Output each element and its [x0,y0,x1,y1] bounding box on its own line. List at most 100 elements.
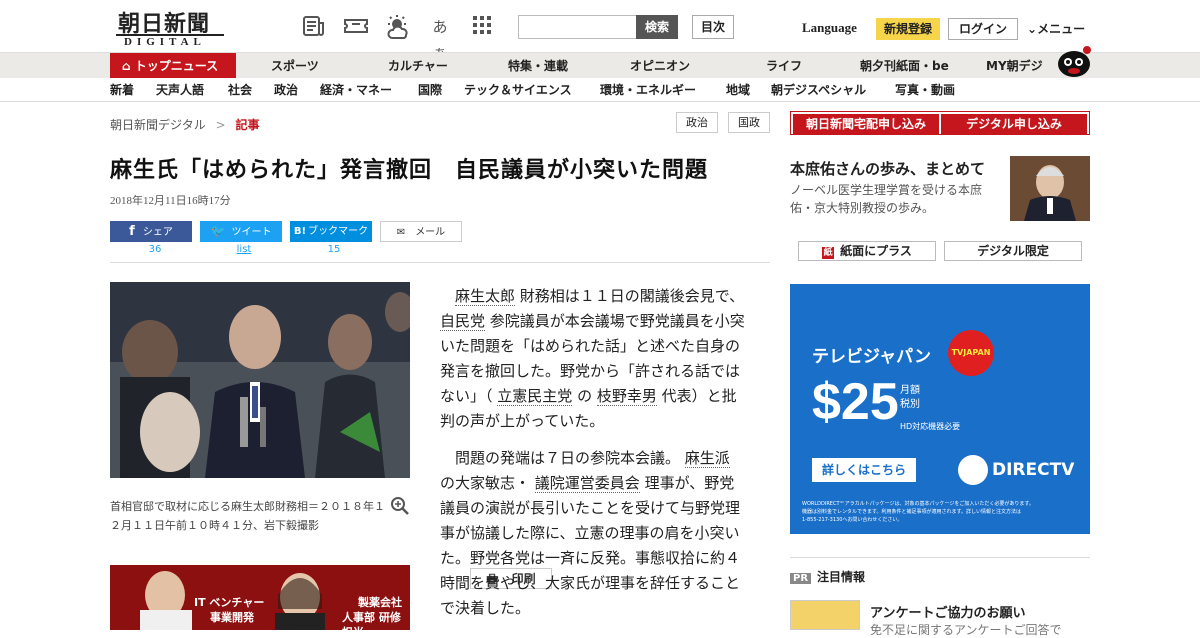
ad-cta-button[interactable]: 詳しくはこちら [812,458,916,482]
p1-text-1: 財務相は１１日の閣議後会見で、 [515,287,745,305]
mail-button[interactable]: ✉ メール [380,221,462,242]
hatena-icon: B! [293,226,307,237]
language-link[interactable]: Language [802,20,857,36]
pr-title[interactable]: アンケートご協力のお願い [870,602,1025,621]
directv-logo: DIRECTV [992,460,1075,480]
feature-image[interactable] [1010,156,1090,221]
feature-text: ノーベル医学生理学賞を受ける本庶佑・京大特別教授の歩み。 [790,183,983,215]
grid-apps-icon[interactable] [468,14,496,40]
search-input[interactable] [518,15,636,39]
digital-subscribe-button[interactable]: デジタル申し込み [941,114,1087,134]
subnav-environment[interactable]: 環境・エネルギー [600,78,696,102]
job-ad-text-2: 製薬会社人事部 研修担当 [342,595,410,630]
nav-newspaper[interactable]: 朝夕刊紙面・be [860,53,949,79]
p1-text-3: の [572,387,597,405]
breadcrumb-current: 記事 [235,118,260,132]
tweet-count-link[interactable]: list [200,244,288,255]
job-ad-line-2a: 製薬会社 [358,596,402,609]
asahi-logo[interactable]: 朝日新聞 DIGITAL [112,6,230,48]
link-steering-committee[interactable]: 議院運営委員会 [534,474,640,493]
paper-plus-button[interactable]: 紙紙面にプラス [798,241,936,261]
ad-price-note-2: 税別 [900,399,920,410]
hatena-bookmark-button[interactable]: B! ブックマーク [290,221,372,242]
facebook-share-label: シェア [142,227,173,238]
breadcrumb-home[interactable]: 朝日新聞デジタル [110,118,206,132]
link-ldp[interactable]: 自民党 [440,312,486,331]
p2-text-3: 理事が、野党議員の演説が長引いたことを受けて与野党理事が協議した際に、立憲の理事… [440,474,741,617]
subnav-international[interactable]: 国際 [418,78,442,102]
subnav-latest[interactable]: 新着 [110,78,134,102]
login-button[interactable]: ログイン [948,18,1018,40]
nav-top-news-label: トップニュース [134,59,219,73]
breadcrumb: 朝日新聞デジタル > 記事 [110,116,260,133]
nav-features[interactable]: 特集・連載 [508,53,568,79]
register-button[interactable]: 新規登録 [876,18,940,40]
main-nav: ⌂ トップニュース スポーツ カルチャー 特集・連載 オピニオン ライフ 朝夕刊… [0,52,1200,79]
directv-ad[interactable]: テレビジャパン TVJAPAN $25 月額 税別 HD対応機器必要 詳しくはこち… [790,284,1090,534]
zoom-icon[interactable] [390,496,410,516]
facebook-share-button[interactable]: f シェア [110,221,192,242]
article-title: 麻生氏「はめられた」発言撤回 自民議員が小突いた問題 [110,158,709,183]
pr-thumbnail[interactable] [790,600,860,630]
tag-national[interactable]: 国政 [728,112,770,133]
subnav-photo[interactable]: 写真・動画 [895,78,955,102]
subnav-tech[interactable]: テック＆サイエンス [464,78,572,102]
search-button[interactable]: 検索 [636,15,678,39]
tag-politics[interactable]: 政治 [676,112,718,133]
ad-price-note-1: 月額 [900,385,920,396]
twitter-icon: 🐦 [210,224,226,238]
feature-title[interactable]: 本庶佑さんの歩み、まとめて [790,158,985,179]
subnav-society[interactable]: 社会 [228,78,252,102]
ad-fine-print: WORLDDIRECT℠アラカルトパッケージは、対象の基本パッケージをご加入いた… [802,500,1082,524]
toc-button[interactable]: 目次 [692,15,734,39]
p2-text-2: の大家敏志・ [440,474,535,492]
font-size-icon[interactable]: あぁ [426,14,454,62]
menu-button[interactable]: ⌄メニュー [1027,20,1085,37]
ticket-icon[interactable] [342,14,370,40]
p2-text-1: 問題の発端は７日の参院本会議。 [455,449,685,467]
subnav-special[interactable]: 朝デジスペシャル [771,78,866,102]
digital-only-button[interactable]: デジタル限定 [944,241,1082,261]
job-ad-text-1: IT ベンチャー 事業開発 [194,595,264,625]
subnav-politics[interactable]: 政治 [274,78,298,102]
subnav-economy[interactable]: 経済・マネー [320,78,392,102]
sub-nav: 新着 天声人語 社会 政治 経済・マネー 国際 テック＆サイエンス 環境・エネル… [0,78,1200,102]
ad-fine-1: WORLDDIRECT℠アラカルトパッケージは、対象の基本パッケージをご加入いた… [802,501,1034,507]
header-icons: あぁ [300,14,496,62]
job-ad-banner[interactable]: IT ベンチャー事業開発 製薬会社人事部 研修担当 [110,565,410,630]
pr-header: PR 注目情報 [790,568,865,585]
tweet-label: ツイート [231,227,272,238]
divider [110,262,770,263]
photo-caption: 首相官邸で取材に応じる麻生太郎財務相＝２０１８年１２月１１日午前１０時４１分、岩… [110,500,385,532]
directv-globe-icon [958,455,988,485]
nav-top-news[interactable]: ⌂ トップニュース [110,53,236,79]
nav-my-asadigi[interactable]: MY朝デジ [986,53,1043,79]
logo-en: DIGITAL [124,36,206,48]
nav-culture[interactable]: カルチャー [388,53,448,79]
pr-label: 注目情報 [817,570,866,584]
home-delivery-button[interactable]: 朝日新聞宅配申し込み [793,114,939,134]
link-edano[interactable]: 枝野幸男 [596,387,657,406]
weather-icon[interactable] [384,14,412,40]
nav-opinion[interactable]: オピニオン [630,53,690,79]
subnav-tensei[interactable]: 天声人語 [156,78,204,102]
paper-plus-label: 紙面にプラス [840,244,912,258]
site-header: 朝日新聞 DIGITAL あぁ 検索 目次 Language 新規登録 ログイン… [0,0,1200,62]
subscribe-buttons: 朝日新聞宅配申し込み デジタル申し込み [790,111,1090,135]
article-photo[interactable] [110,282,410,478]
link-cdp[interactable]: 立憲民主党 [497,387,573,406]
facebook-icon: f [129,224,135,239]
link-aso-faction[interactable]: 麻生派 [684,449,730,468]
subnav-region[interactable]: 地域 [726,78,750,102]
nav-sports[interactable]: スポーツ [271,53,319,79]
tweet-button[interactable]: 🐦 ツイート [200,221,282,242]
mascot-icon [1058,46,1091,77]
newspaper-icon[interactable] [300,14,328,40]
home-icon: ⌂ [122,59,135,73]
ad-price-note: 月額 税別 [900,384,920,412]
link-aso-taro[interactable]: 麻生太郎 [455,287,516,306]
breadcrumb-separator: > [215,118,226,132]
ad-fine-2: 機器は別料金でレンタルできます。利用条件と補足事項が適用されます。詳しい情報と注… [802,509,1022,515]
nav-life[interactable]: ライフ [766,53,802,79]
chevron-down-icon: ⌄ [1027,22,1038,36]
